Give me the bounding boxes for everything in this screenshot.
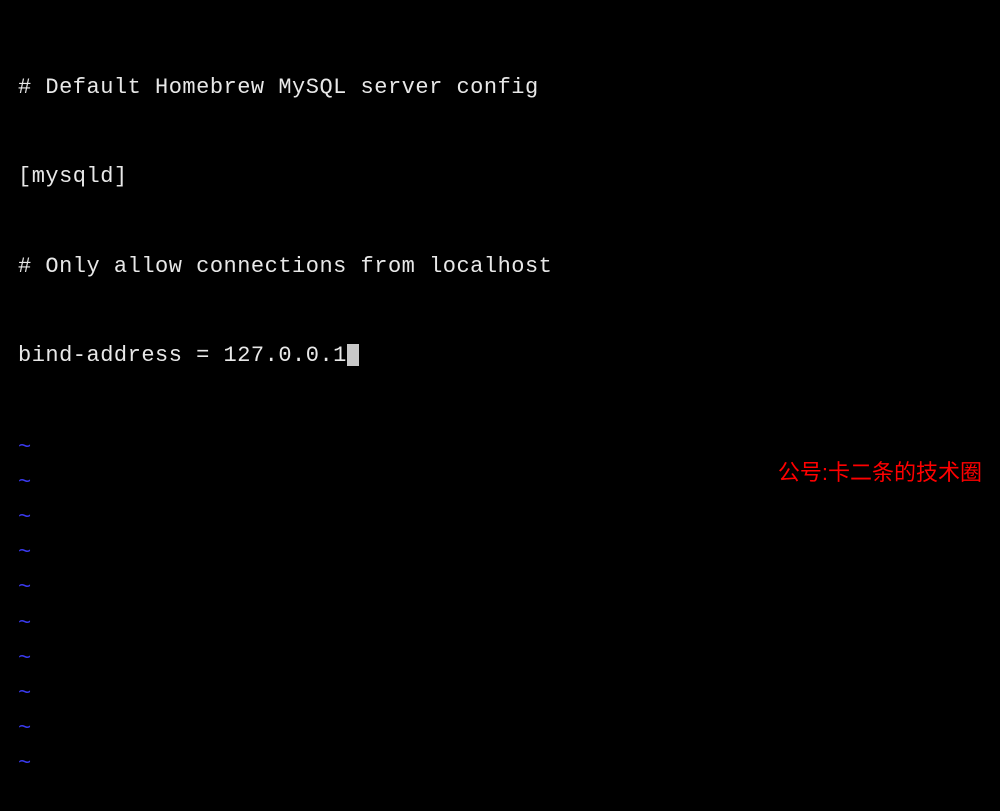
vim-empty-line-tilde: ~ (18, 711, 982, 746)
config-line-section: [mysqld] (18, 162, 982, 192)
vim-editor-viewport[interactable]: # Default Homebrew MySQL server config [… (18, 14, 982, 811)
vim-empty-line-tilde: ~ (18, 676, 982, 711)
config-line-comment: # Only allow connections from localhost (18, 252, 982, 282)
vim-empty-line-tilde: ~ (18, 746, 982, 781)
vim-empty-line-tilde: ~ (18, 535, 982, 570)
vim-empty-line-tilde: ~ (18, 500, 982, 535)
vim-empty-line-tilde: ~ (18, 570, 982, 605)
config-line-comment: # Default Homebrew MySQL server config (18, 73, 982, 103)
vim-empty-line-tilde: ~ (18, 606, 982, 641)
watermark-text: 公号:卡二条的技术圈 (778, 458, 982, 488)
text-cursor (347, 344, 359, 366)
config-line-setting: bind-address = 127.0.0.1 (18, 341, 982, 371)
vim-empty-line-tilde: ~ (18, 641, 982, 676)
